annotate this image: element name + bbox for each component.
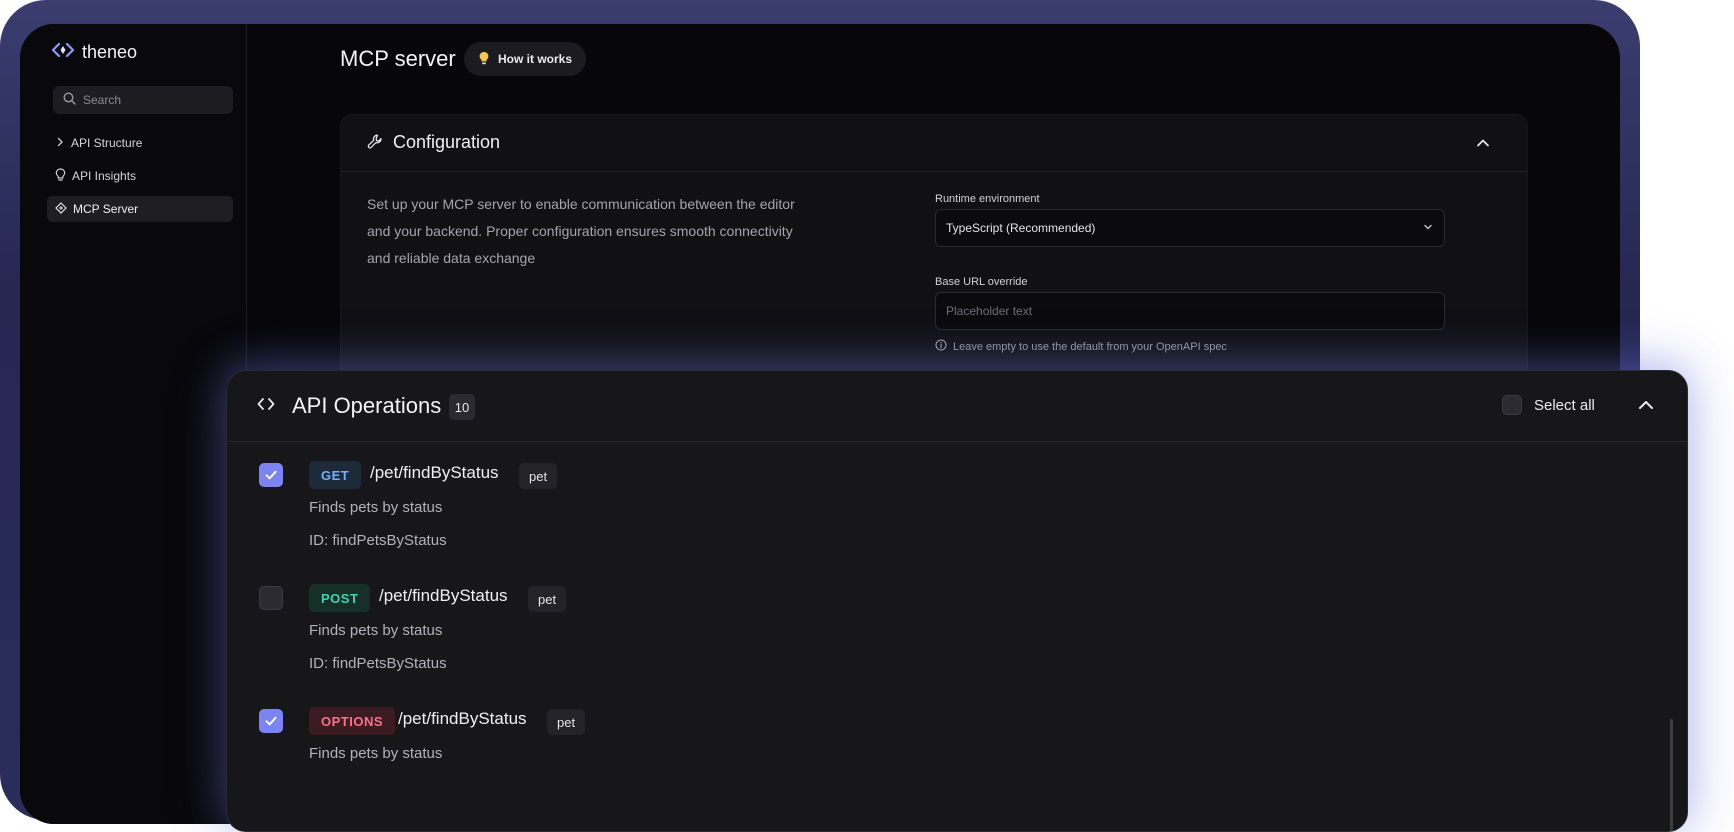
how-it-works-label: How it works — [498, 52, 573, 66]
operation-row: POST /pet/findByStatus pet Finds pets by… — [227, 584, 1687, 706]
api-operations-header: API Operations 10 Select all — [227, 371, 1687, 442]
sidebar-item-label: API Insights — [72, 169, 137, 183]
chevron-right-icon — [55, 136, 65, 150]
runtime-label: Runtime environment — [935, 193, 1040, 205]
chevron-down-icon — [1422, 221, 1434, 236]
select-all-toggle[interactable]: Select all — [1502, 395, 1595, 415]
theneo-logo-icon — [51, 42, 75, 62]
lightbulb-icon — [55, 168, 66, 184]
sidebar-item-label: API Structure — [71, 136, 143, 150]
operation-description: Finds pets by status — [309, 622, 443, 639]
method-badge: GET — [309, 461, 362, 489]
operation-path: /pet/findByStatus — [398, 709, 527, 728]
operations-count-badge: 10 — [449, 394, 475, 420]
code-icon — [257, 395, 275, 418]
operation-checkbox[interactable] — [259, 586, 283, 610]
scrollbar[interactable] — [1670, 719, 1673, 831]
operation-id: ID: findPetsByStatus — [309, 655, 447, 672]
configuration-header[interactable]: Configuration — [341, 115, 1527, 172]
operation-checkbox[interactable] — [259, 709, 283, 733]
operation-description: Finds pets by status — [309, 745, 443, 762]
check-icon — [265, 470, 277, 480]
search-input[interactable]: Search — [53, 86, 233, 114]
lightbulb-icon — [478, 51, 490, 68]
select-all-label: Select all — [1534, 396, 1595, 414]
sidebar: theneo Search API Structure API Insights… — [20, 24, 247, 824]
mcp-icon — [55, 201, 67, 217]
operation-tag: pet — [519, 463, 558, 489]
operation-tag: pet — [528, 586, 567, 612]
search-placeholder: Search — [83, 93, 122, 107]
method-badge: POST — [309, 584, 371, 612]
how-it-works-button[interactable]: How it works — [464, 42, 587, 76]
base-url-input[interactable] — [935, 292, 1445, 330]
operation-tag: pet — [547, 709, 586, 735]
hint-text: Leave empty to use the default from your… — [953, 340, 1227, 353]
runtime-value: TypeScript (Recommended) — [946, 221, 1096, 235]
operation-checkbox[interactable] — [259, 463, 283, 487]
select-all-checkbox[interactable] — [1502, 395, 1522, 415]
chevron-up-icon[interactable] — [1637, 396, 1655, 419]
method-badge: OPTIONS — [309, 707, 396, 735]
operation-description: Finds pets by status — [309, 499, 443, 516]
operation-path: /pet/findByStatus — [370, 463, 499, 482]
check-icon — [265, 716, 277, 726]
operation-path: /pet/findByStatus — [379, 586, 508, 605]
search-icon — [63, 92, 76, 108]
sidebar-item-api-structure[interactable]: API Structure — [47, 130, 233, 156]
operation-id: ID: findPetsByStatus — [309, 532, 447, 549]
sidebar-item-label: MCP Server — [73, 202, 139, 216]
runtime-select[interactable]: TypeScript (Recommended) — [935, 209, 1445, 247]
configuration-title: Configuration — [393, 132, 501, 152]
page-title: MCP server — [340, 46, 456, 71]
logo[interactable]: theneo — [51, 42, 138, 63]
wrench-icon — [367, 133, 384, 155]
api-operations-title: API Operations — [292, 393, 442, 418]
sidebar-item-api-insights[interactable]: API Insights — [47, 163, 233, 189]
api-operations-panel: API Operations 10 Select all GET /pet/fi… — [226, 370, 1688, 832]
sidebar-item-mcp-server[interactable]: MCP Server — [47, 196, 233, 222]
configuration-description: Set up your MCP server to enable communi… — [367, 196, 795, 266]
operation-row: OPTIONS /pet/findByStatus pet Finds pets… — [227, 707, 1687, 829]
base-url-label: Base URL override — [935, 276, 1028, 288]
brand-name: theneo — [82, 42, 138, 62]
operation-row: GET /pet/findByStatus pet Finds pets by … — [227, 461, 1687, 583]
chevron-up-icon[interactable] — [1475, 135, 1491, 156]
base-url-hint: Leave empty to use the default from your… — [935, 339, 1227, 354]
info-icon — [935, 339, 947, 354]
